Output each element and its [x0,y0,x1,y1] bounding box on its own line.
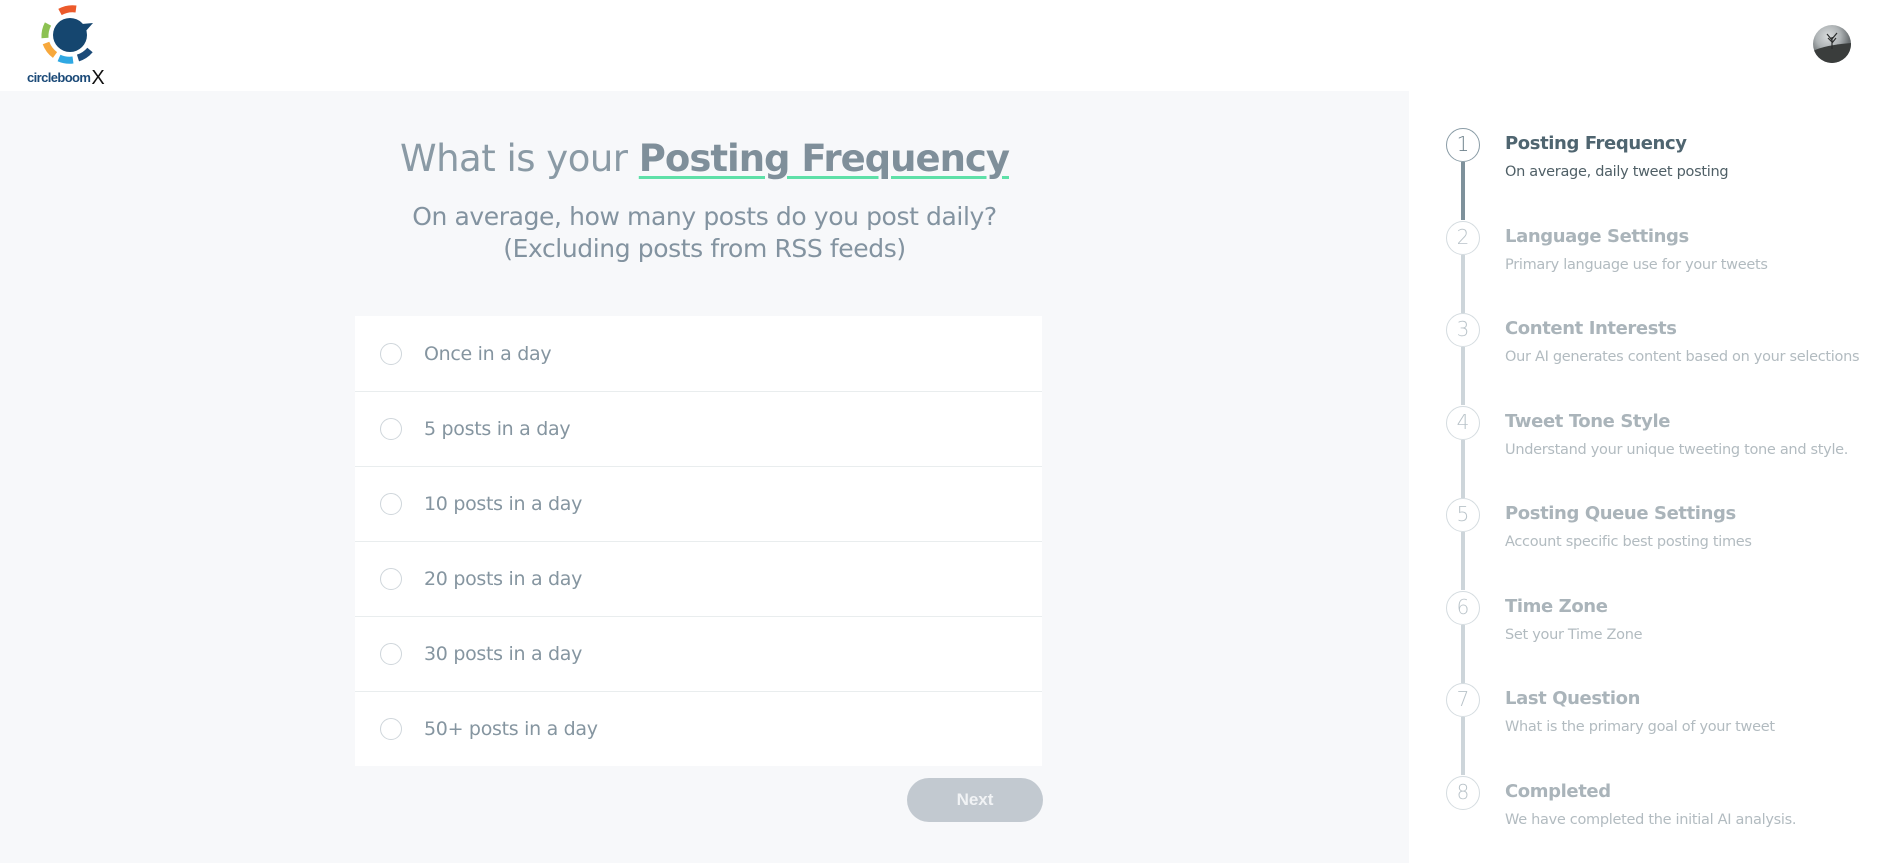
step-title: Language Settings [1505,226,1689,247]
question-subtitle: On average, how many posts do you post d… [0,201,1409,265]
radio-button[interactable] [380,418,402,440]
onboarding-stepper: 1 Posting Frequency On average, daily tw… [1409,91,1886,863]
question-panel: What is your Posting Frequency On averag… [0,91,1409,863]
step-number-badge: 6 [1446,591,1480,625]
option-30-posts[interactable]: 30 posts in a day [355,616,1042,691]
step-title: Last Question [1505,688,1640,709]
radio-button[interactable] [380,568,402,590]
subtitle-line-1: On average, how many posts do you post d… [412,202,997,231]
step-number-badge: 7 [1446,683,1480,717]
step-description: What is the primary goal of your tweet [1505,719,1775,735]
radio-button[interactable] [380,493,402,515]
step-connector [1461,625,1465,683]
step-title: Tweet Tone Style [1505,411,1671,432]
option-label: 50+ posts in a day [424,718,598,740]
option-label: 20 posts in a day [424,568,583,590]
step-title: Posting Frequency [1505,133,1687,154]
step-posting-frequency[interactable]: 1 Posting Frequency On average, daily tw… [1409,128,1886,221]
option-50-plus-posts[interactable]: 50+ posts in a day [355,691,1042,766]
step-title: Content Interests [1505,318,1677,339]
step-title: Posting Queue Settings [1505,503,1736,524]
option-label: 5 posts in a day [424,418,571,440]
next-button[interactable]: Next [907,778,1043,822]
step-posting-queue-settings[interactable]: 5 Posting Queue Settings Account specifi… [1409,498,1886,591]
step-description: Our AI generates content based on your s… [1505,349,1860,365]
question-title: What is your Posting Frequency [0,137,1409,180]
option-5-posts[interactable]: 5 posts in a day [355,391,1042,466]
x-logo-icon: X [91,67,105,89]
circleboom-logo[interactable]: circleboomX [24,4,114,89]
step-connector [1461,532,1465,590]
step-connector [1461,347,1465,405]
title-highlight: Posting Frequency [638,137,1010,180]
circleboom-logo-icon [41,5,93,64]
title-prefix: What is your [400,137,639,180]
radio-button[interactable] [380,342,402,365]
step-title: Completed [1505,781,1611,802]
step-description: We have completed the initial AI analysi… [1505,812,1797,828]
step-connector [1461,162,1465,220]
step-connector [1461,255,1465,313]
step-tweet-tone-style[interactable]: 4 Tweet Tone Style Understand your uniqu… [1409,406,1886,499]
step-description: Understand your unique tweeting tone and… [1505,442,1849,458]
option-20-posts[interactable]: 20 posts in a day [355,541,1042,616]
step-number-badge: 2 [1446,221,1480,255]
step-number-badge: 8 [1446,776,1480,810]
frequency-options-list: Once in a day 5 posts in a day 10 posts … [355,316,1042,766]
avatar-image [1813,32,1851,63]
step-description: Primary language use for your tweets [1505,257,1768,273]
step-connector [1461,717,1465,775]
step-language-settings[interactable]: 2 Language Settings Primary language use… [1409,221,1886,314]
step-number-badge: 5 [1446,498,1480,532]
step-content-interests[interactable]: 3 Content Interests Our AI generates con… [1409,313,1886,406]
step-description: Set your Time Zone [1505,627,1643,643]
step-description: On average, daily tweet posting [1505,164,1729,180]
option-once-a-day[interactable]: Once in a day [355,316,1042,391]
logo-text: circleboom [27,70,91,85]
step-title: Time Zone [1505,596,1608,617]
step-connector [1461,440,1465,498]
top-header: circleboomX [0,0,1886,91]
subtitle-line-2: (Excluding posts from RSS feeds) [503,234,906,263]
step-last-question[interactable]: 7 Last Question What is the primary goal… [1409,683,1886,776]
step-number-badge: 4 [1446,406,1480,440]
option-label: Once in a day [424,342,552,365]
option-10-posts[interactable]: 10 posts in a day [355,466,1042,541]
radio-button[interactable] [380,718,402,740]
step-number-badge: 1 [1446,128,1480,162]
option-label: 10 posts in a day [424,493,583,515]
user-avatar[interactable] [1813,25,1851,63]
step-description: Account specific best posting times [1505,534,1752,550]
logo-wordmark: circleboomX [27,65,105,89]
step-completed[interactable]: 8 Completed We have completed the initia… [1409,776,1886,863]
radio-button[interactable] [380,643,402,665]
step-number-badge: 3 [1446,313,1480,347]
step-time-zone[interactable]: 6 Time Zone Set your Time Zone [1409,591,1886,684]
option-label: 30 posts in a day [424,643,583,665]
